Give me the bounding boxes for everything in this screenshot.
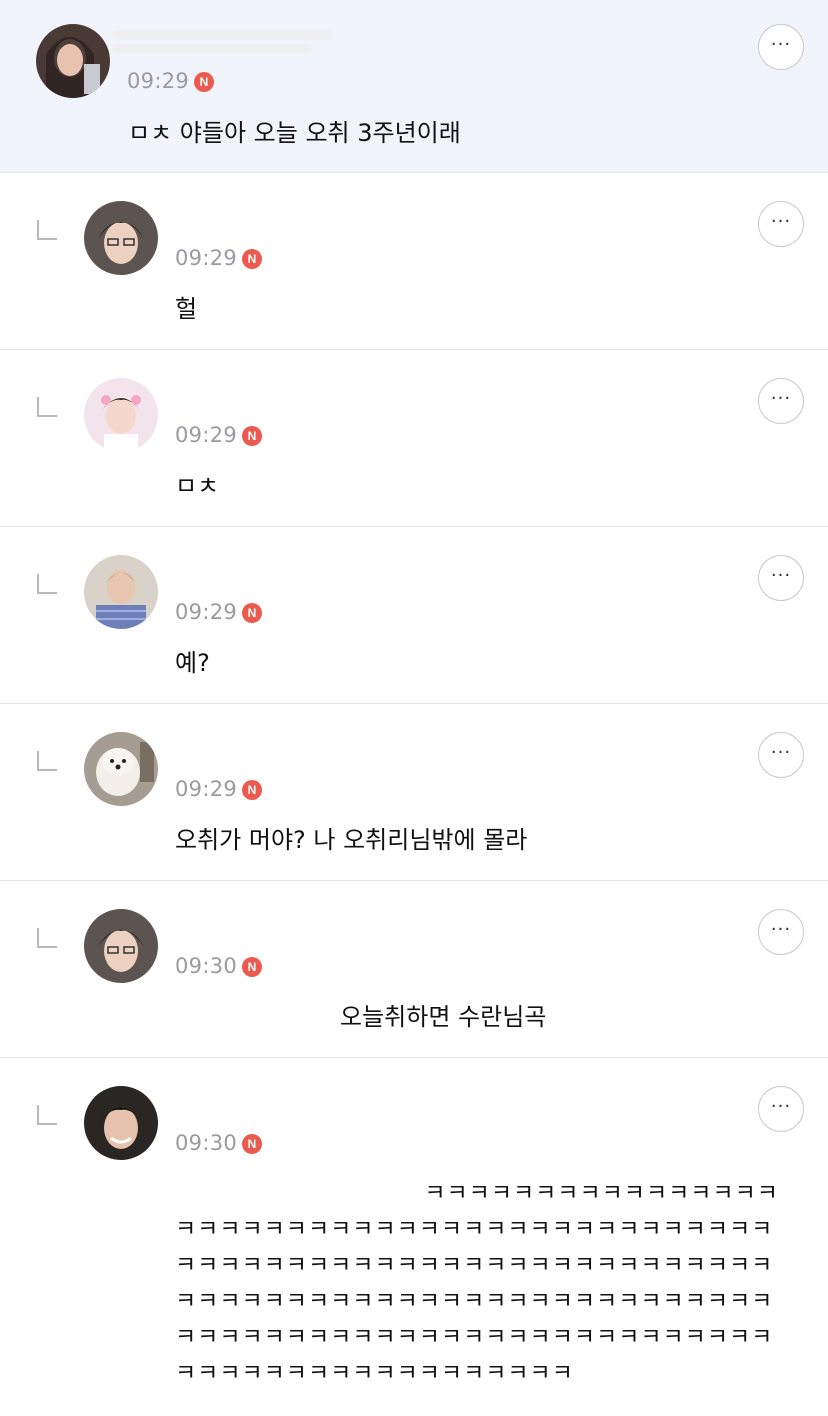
reply-arrow-icon [37,751,57,771]
reply-arrow-icon [37,220,57,240]
more-options-button[interactable]: ··· [758,24,804,70]
more-options-button[interactable]: ··· [758,378,804,424]
new-badge: N [242,426,262,446]
reply-arrow-icon [37,1105,57,1125]
reply-item: 09:29 N ··· ㅁㅊ [0,350,828,527]
avatar[interactable] [84,732,158,806]
reply-item: 09:29 N ··· 헐 [0,173,828,350]
reply-arrow-icon [37,574,57,594]
avatar[interactable] [36,24,110,98]
reply-item: 09:29 N ··· 예? [0,527,828,704]
avatar[interactable] [84,555,158,629]
reply-arrow-icon [37,928,57,948]
comment-time: 09:29 [175,423,238,447]
comment-text: 예? [175,649,210,677]
comment-text: 오취가 머야? 나 오취리님밖에 몰라 [175,826,528,854]
author-name [112,44,312,54]
reply-item: 09:30 N ··· 오늘취하면 수란님곡 [0,881,828,1058]
reply-item: 09:29 N ··· 오취가 머야? 나 오취리님밖에 몰라 [0,704,828,881]
comment-text: 오늘취하면 수란님곡 [340,1003,547,1031]
avatar[interactable] [84,1086,158,1160]
avatar[interactable] [84,378,158,452]
more-options-button[interactable]: ··· [758,1086,804,1132]
new-badge: N [242,780,262,800]
avatar[interactable] [84,201,158,275]
comment-text: ㅁㅊ 야들아 오늘 오취 3주년이래 [128,119,461,147]
comment-time: 09:30 [175,1131,238,1155]
author-name [112,30,332,40]
more-options-button[interactable]: ··· [758,555,804,601]
comment-item: 09:29 N ··· ㅁㅊ 야들아 오늘 오취 3주년이래 [0,0,828,173]
comment-text: ㅁㅊ [175,472,220,500]
more-options-button[interactable]: ··· [758,909,804,955]
comment-time: 09:29 [127,69,190,93]
comment-time: 09:30 [175,954,238,978]
more-options-button[interactable]: ··· [758,201,804,247]
new-badge: N [242,603,262,623]
avatar[interactable] [84,909,158,983]
new-badge: N [242,249,262,269]
new-badge: N [242,1134,262,1154]
comment-time: 09:29 [175,600,238,624]
new-badge: N [194,72,214,92]
reply-arrow-icon [37,397,57,417]
comment-time: 09:29 [175,246,238,270]
comment-time: 09:29 [175,777,238,801]
comment-text: 헐 [175,295,198,323]
comment-text: ㅋㅋㅋㅋㅋㅋㅋㅋㅋㅋㅋㅋㅋㅋㅋㅋㅋㅋㅋㅋㅋㅋㅋㅋㅋㅋㅋㅋㅋㅋㅋㅋㅋㅋㅋㅋㅋㅋㅋㅋ… [175,1180,779,1386]
new-badge: N [242,957,262,977]
more-options-button[interactable]: ··· [758,732,804,778]
